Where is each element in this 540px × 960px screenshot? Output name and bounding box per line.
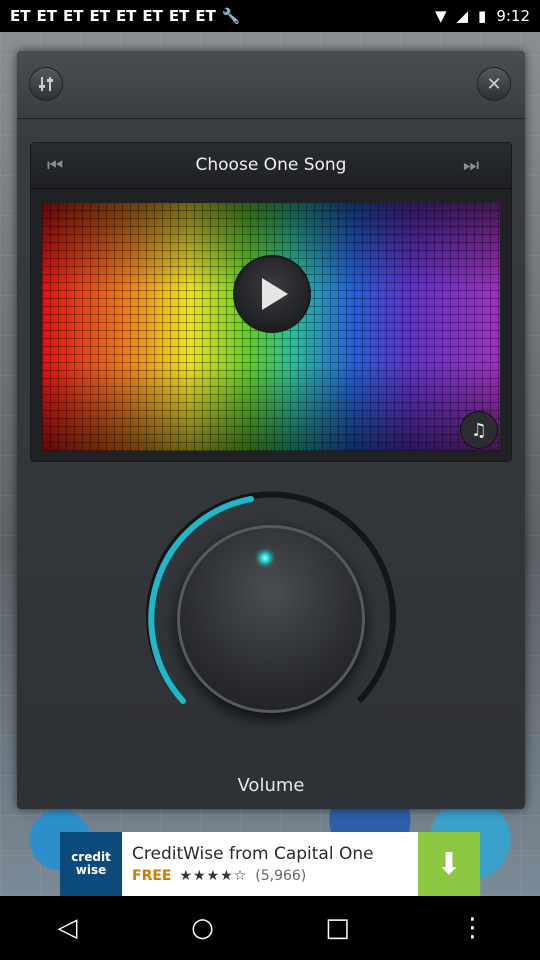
volume-knob[interactable] [177, 525, 365, 713]
clock: 9:12 [496, 7, 530, 25]
choose-song-button[interactable]: ♫ [460, 411, 498, 449]
equalizer-icon [39, 77, 53, 91]
back-button[interactable]: ◁ [28, 913, 108, 943]
notification-icon: ET [89, 7, 110, 25]
volume-label: Volume [237, 775, 305, 796]
music-note-icon: ♫ [470, 419, 488, 441]
play-button[interactable] [233, 255, 311, 333]
recents-icon: □ [325, 913, 350, 943]
signal-icon: ◢ [456, 7, 469, 25]
volume-knob-indicator [259, 552, 271, 564]
player-panel: ⏮ Choose One Song ⏭ ♫ [30, 142, 512, 462]
popup-header: ✕ [17, 51, 525, 119]
notification-icon: ET [62, 7, 84, 25]
ad-title: CreditWise from Capital One [132, 844, 374, 864]
ad-rating-stars: ★★★★☆ [179, 868, 248, 884]
wifi-icon: ▼ [434, 7, 447, 25]
download-icon: ⬇ [436, 846, 462, 882]
volume-knob-wrap[interactable] [143, 491, 399, 747]
battery-icon: ▮ [478, 7, 487, 25]
close-icon: ✕ [486, 73, 502, 95]
notification-icon: ET [195, 7, 216, 25]
song-title: Choose One Song [195, 155, 347, 175]
notification-icon: ET [168, 7, 190, 25]
equalizer-button[interactable] [29, 67, 63, 101]
ad-free-label: FREE [132, 868, 172, 884]
album-art: ♫ [42, 203, 500, 451]
close-button[interactable]: ✕ [477, 67, 511, 101]
more-vert-icon: ⋮ [459, 913, 486, 943]
navigation-bar: ◁ ○ □ ⋮ [0, 896, 540, 960]
home-button[interactable]: ○ [163, 913, 243, 943]
menu-button[interactable]: ⋮ [433, 913, 513, 943]
ad-rating-count: (5,966) [255, 868, 307, 884]
ad-download-button[interactable]: ⬇ [418, 832, 480, 896]
play-icon [262, 278, 288, 310]
status-bar: ET ET ET ET ET ET ET ET 🔧 ▼ ◢ ▮ 9:12 [0, 0, 540, 32]
skip-next-button[interactable]: ⏭ [463, 155, 479, 176]
home-icon: ○ [191, 913, 214, 943]
wrench-icon: 🔧 [221, 7, 241, 25]
notification-icon: ET [36, 7, 57, 25]
notification-icon: ET [115, 7, 137, 25]
notification-icon: ET [142, 7, 163, 25]
player-popup: ✕ ⏮ Choose One Song ⏭ ♫ Volume [17, 51, 525, 809]
skip-next-icon: ⏭ [463, 155, 480, 176]
ad-banner[interactable]: credit wise CreditWise from Capital One … [60, 832, 480, 896]
status-right: ▼ ◢ ▮ 9:12 [435, 7, 530, 25]
player-header: ⏮ Choose One Song ⏭ [31, 143, 511, 189]
notification-icon: ET [10, 7, 31, 25]
skip-previous-icon: ⏮ [47, 155, 64, 176]
notification-icons: ET ET ET ET ET ET ET ET 🔧 [10, 7, 241, 25]
skip-previous-button[interactable]: ⏮ [47, 155, 63, 176]
ad-logo: credit wise [60, 832, 122, 896]
ad-text: CreditWise from Capital One FREE ★★★★☆ (… [122, 844, 418, 884]
recents-button[interactable]: □ [298, 913, 378, 943]
ad-subtitle: FREE ★★★★☆ (5,966) [132, 868, 418, 884]
back-icon: ◁ [57, 913, 78, 943]
